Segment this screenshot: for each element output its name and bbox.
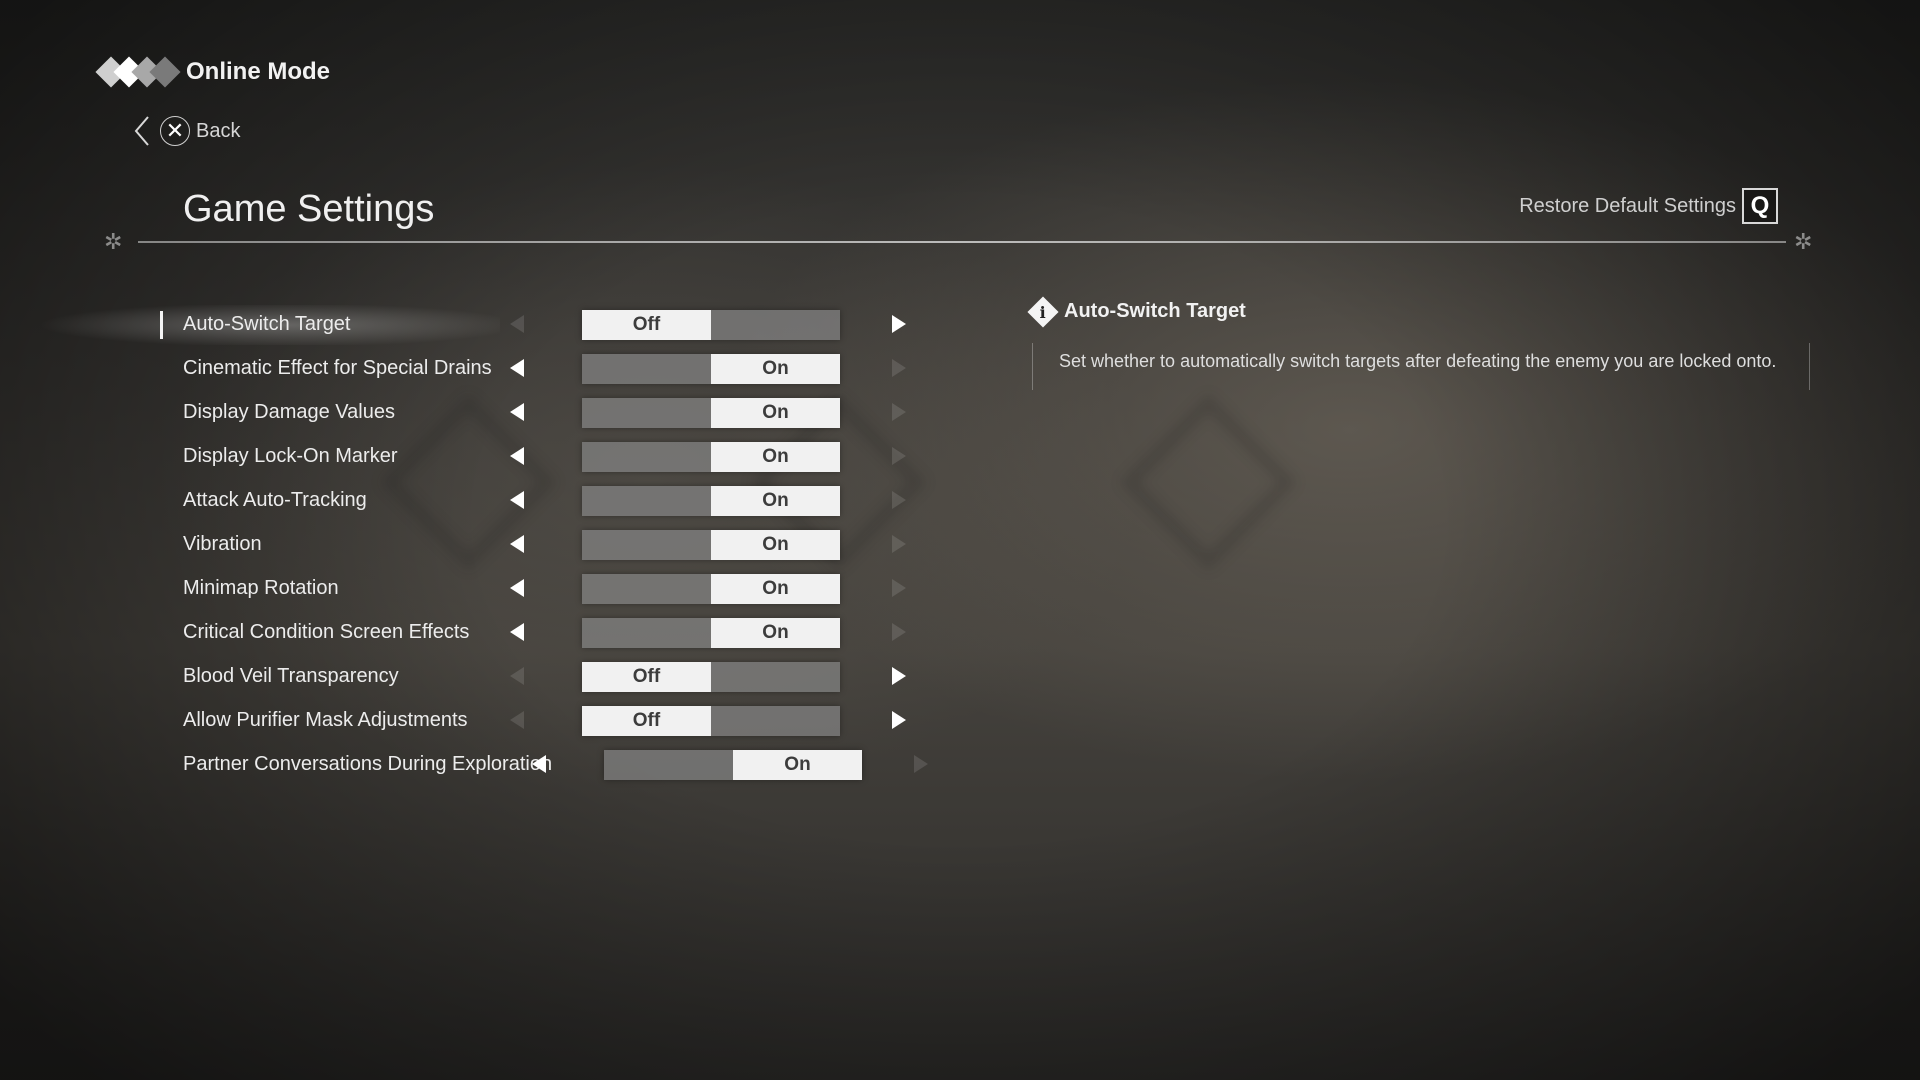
toggle-option-on[interactable]: On: [711, 442, 840, 472]
toggle-option-off[interactable]: [582, 618, 711, 648]
arrow-right-icon[interactable]: [892, 315, 906, 333]
info-body: Set whether to automatically switch targ…: [1032, 343, 1810, 390]
toggle-option-off[interactable]: [582, 530, 711, 560]
setting-row[interactable]: Auto-Switch Target Off: [0, 305, 960, 345]
toggle-option-on[interactable]: On: [711, 486, 840, 516]
info-title: Auto-Switch Target: [1064, 300, 1246, 322]
arrow-right-icon[interactable]: [892, 711, 906, 729]
setting-row[interactable]: Display Damage Values On: [0, 393, 960, 433]
toggle-option-off[interactable]: Off: [582, 310, 711, 340]
left-ornament-icon: ✲: [104, 229, 123, 254]
setting-toggle[interactable]: On: [582, 530, 840, 560]
arrow-right-icon[interactable]: [892, 667, 906, 685]
toggle-option-on[interactable]: On: [711, 618, 840, 648]
setting-toggle[interactable]: Off: [582, 662, 840, 692]
restore-label: Restore Default Settings: [1519, 194, 1736, 217]
setting-toggle[interactable]: On: [604, 750, 862, 780]
close-key-icon: ✕: [160, 116, 190, 146]
arrow-left-icon[interactable]: [510, 403, 524, 421]
setting-row[interactable]: Critical Condition Screen Effects On: [0, 613, 960, 653]
setting-row[interactable]: Cinematic Effect for Special Drains On: [0, 349, 960, 389]
arrow-right-icon[interactable]: [892, 535, 906, 553]
toggle-option-on[interactable]: [711, 662, 840, 692]
toggle-option-off[interactable]: [582, 442, 711, 472]
arrow-left-icon[interactable]: [510, 711, 524, 729]
mode-title: Online Mode: [186, 58, 330, 85]
right-ornament-icon: ✲: [1794, 229, 1813, 254]
setting-toggle[interactable]: On: [582, 398, 840, 428]
q-key-icon: Q: [1742, 188, 1778, 224]
arrow-right-icon[interactable]: [914, 755, 928, 773]
setting-label: Display Damage Values: [183, 401, 395, 423]
toggle-option-on[interactable]: On: [711, 354, 840, 384]
toggle-option-off[interactable]: Off: [582, 662, 711, 692]
arrow-left-icon[interactable]: [532, 755, 546, 773]
back-button[interactable]: ✕ Back: [132, 114, 240, 148]
toggle-option-on[interactable]: [711, 706, 840, 736]
setting-toggle[interactable]: On: [582, 618, 840, 648]
toggle-option-on[interactable]: On: [711, 574, 840, 604]
diamonds-logo-icon: [95, 52, 181, 92]
setting-label: Blood Veil Transparency: [183, 665, 399, 687]
toggle-option-off[interactable]: [582, 398, 711, 428]
setting-label: Display Lock-On Marker: [183, 445, 398, 467]
setting-toggle[interactable]: On: [582, 486, 840, 516]
toggle-option-off[interactable]: [582, 354, 711, 384]
arrow-right-icon[interactable]: [892, 403, 906, 421]
arrow-left-icon[interactable]: [510, 535, 524, 553]
arrow-left-icon[interactable]: [510, 359, 524, 377]
toggle-option-on[interactable]: [711, 310, 840, 340]
toggle-option-off[interactable]: [582, 486, 711, 516]
restore-default-button[interactable]: Restore Default Settings Q: [1519, 188, 1778, 224]
arrow-left-icon[interactable]: [510, 667, 524, 685]
setting-toggle[interactable]: On: [582, 354, 840, 384]
page-title: Game Settings: [183, 188, 435, 230]
setting-row[interactable]: Allow Purifier Mask Adjustments Off: [0, 701, 960, 741]
toggle-option-off[interactable]: [604, 750, 733, 780]
setting-label: Minimap Rotation: [183, 577, 339, 599]
info-header: i Auto-Switch Target: [1027, 295, 1812, 328]
setting-row[interactable]: Partner Conversations During Exploration…: [0, 745, 960, 785]
arrow-left-icon[interactable]: [510, 579, 524, 597]
back-label: Back: [196, 119, 241, 142]
arrow-right-icon[interactable]: [892, 579, 906, 597]
setting-label: Vibration: [183, 533, 262, 555]
arrow-right-icon[interactable]: [892, 359, 906, 377]
info-panel: i Auto-Switch Target Set whether to auto…: [1027, 295, 1812, 390]
setting-label: Partner Conversations During Exploration: [183, 753, 553, 775]
setting-row[interactable]: Attack Auto-Tracking On: [0, 481, 960, 521]
setting-toggle[interactable]: Off: [582, 706, 840, 736]
setting-label: Cinematic Effect for Special Drains: [183, 357, 492, 379]
arrow-right-icon[interactable]: [892, 623, 906, 641]
mode-header: Online Mode: [95, 52, 330, 92]
toggle-option-on[interactable]: On: [733, 750, 862, 780]
setting-label: Auto-Switch Target: [183, 313, 351, 335]
arrow-left-icon[interactable]: [510, 315, 524, 333]
setting-toggle[interactable]: On: [582, 442, 840, 472]
toggle-option-on[interactable]: On: [711, 398, 840, 428]
info-diamond-icon: i: [1027, 295, 1059, 328]
chevron-left-icon: [134, 116, 149, 146]
info-description: Set whether to automatically switch targ…: [1059, 351, 1777, 371]
setting-label: Critical Condition Screen Effects: [183, 621, 470, 643]
setting-row[interactable]: Minimap Rotation On: [0, 569, 960, 609]
arrow-left-icon[interactable]: [510, 623, 524, 641]
setting-row[interactable]: Display Lock-On Marker On: [0, 437, 960, 477]
setting-label: Attack Auto-Tracking: [183, 489, 367, 511]
setting-row[interactable]: Blood Veil Transparency Off: [0, 657, 960, 697]
selection-indicator: [160, 311, 163, 339]
arrow-left-icon[interactable]: [510, 491, 524, 509]
setting-label: Allow Purifier Mask Adjustments: [183, 709, 468, 731]
arrow-right-icon[interactable]: [892, 491, 906, 509]
setting-toggle[interactable]: Off: [582, 310, 840, 340]
toggle-option-off[interactable]: Off: [582, 706, 711, 736]
setting-row[interactable]: Vibration On: [0, 525, 960, 565]
setting-toggle[interactable]: On: [582, 574, 840, 604]
toggle-option-on[interactable]: On: [711, 530, 840, 560]
title-divider: [138, 241, 1786, 243]
toggle-option-off[interactable]: [582, 574, 711, 604]
arrow-right-icon[interactable]: [892, 447, 906, 465]
arrow-left-icon[interactable]: [510, 447, 524, 465]
